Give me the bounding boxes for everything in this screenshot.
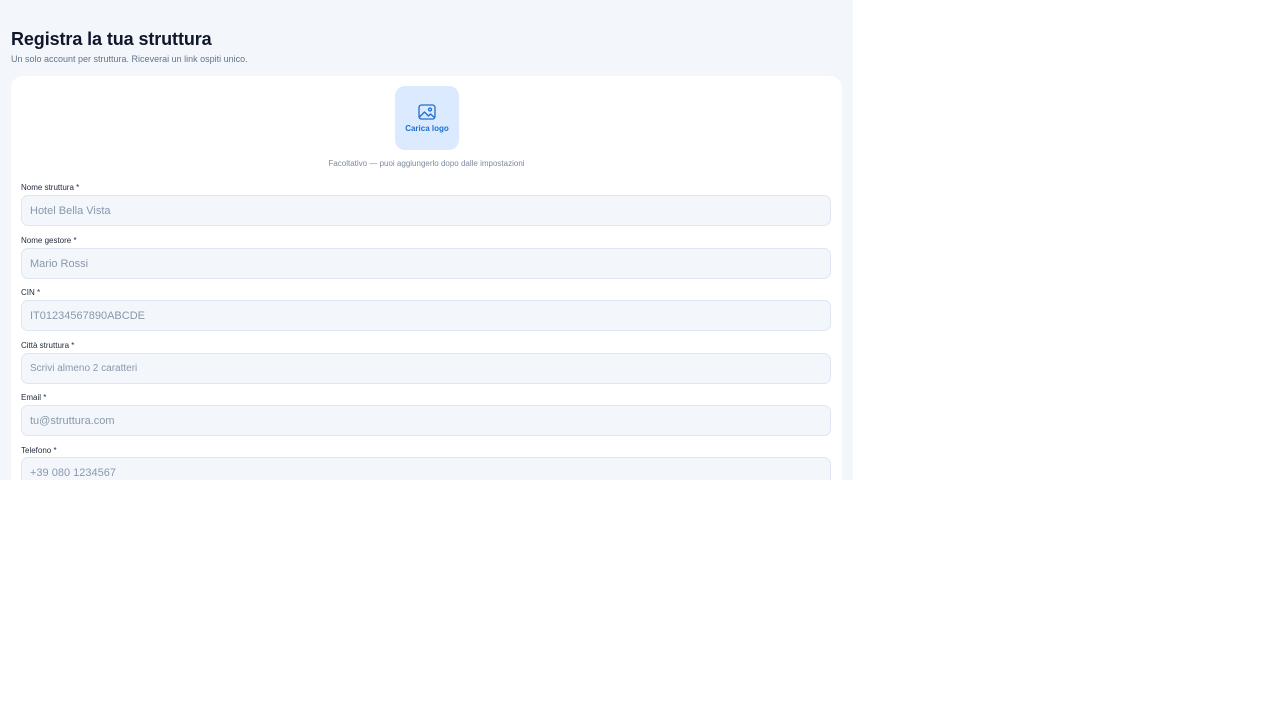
upload-logo-label: Carica logo [405, 123, 449, 133]
phone-input[interactable] [21, 457, 831, 480]
manager-name-label: Nome gestore * [21, 236, 77, 245]
manager-name-input[interactable] [21, 248, 831, 279]
phone-label: Telefono * [21, 446, 57, 455]
cin-input[interactable] [21, 300, 831, 331]
property-name-input[interactable] [21, 195, 831, 226]
property-city-input[interactable] [21, 353, 831, 384]
image-icon [418, 103, 436, 120]
cin-label: CIN * [21, 288, 41, 297]
logo-hint: Facoltativo — puoi aggiungerlo dopo dall… [328, 159, 525, 168]
registration-form-card: Carica logo Facoltativo — puoi aggiunger… [11, 76, 842, 480]
email-input[interactable] [21, 405, 831, 436]
page-title: Registra la tua struttura [11, 29, 212, 49]
property-name-label: Nome struttura * [21, 183, 80, 192]
email-label: Email * [21, 393, 47, 402]
property-city-label: Città struttura * [21, 341, 75, 350]
page-subtitle: Un solo account per struttura. Riceverai… [11, 54, 248, 64]
app-viewport: Registra la tua struttura Un solo accoun… [0, 0, 853, 480]
upload-logo-button[interactable]: Carica logo [395, 86, 459, 150]
